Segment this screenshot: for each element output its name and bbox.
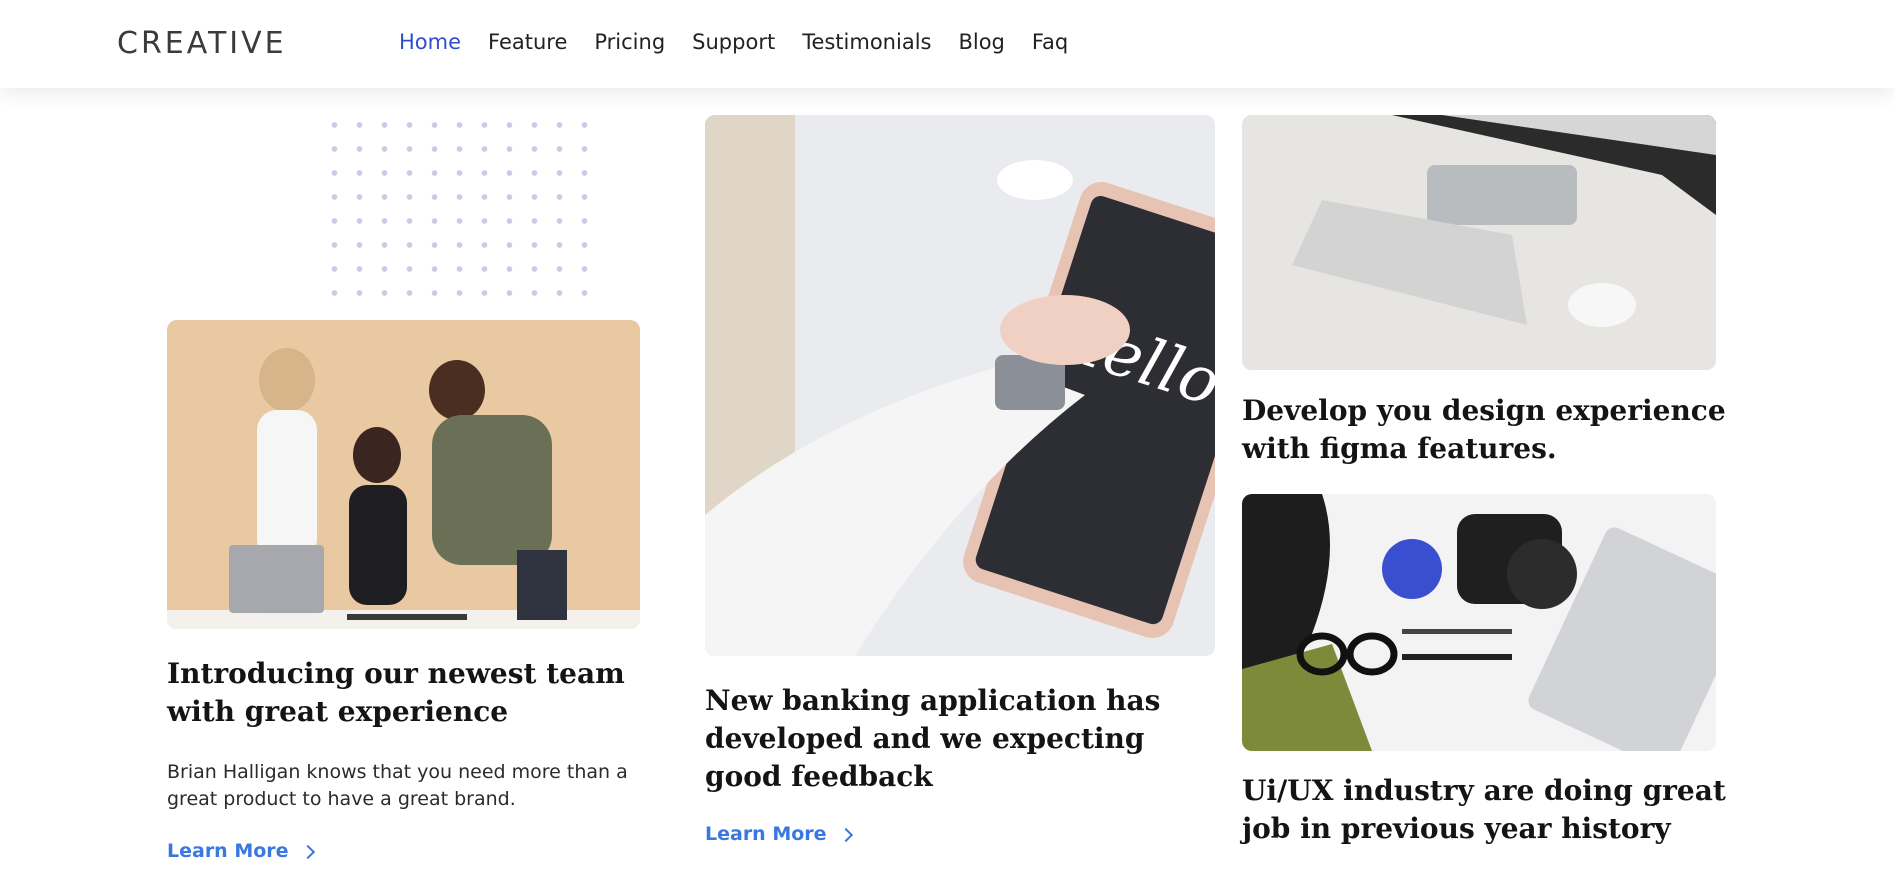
nav-item-feature[interactable]: Feature (488, 30, 567, 54)
card-title-figma[interactable]: Develop you design experience with figma… (1242, 392, 1762, 468)
nav-item-pricing[interactable]: Pricing (594, 30, 665, 54)
card-title-uiux[interactable]: Ui/UX industry are doing great job in pr… (1242, 772, 1762, 848)
card-title-banking[interactable]: New banking application has developed an… (705, 682, 1205, 796)
site-header: CREATIVE Home Feature Pricing Support Te… (0, 0, 1894, 88)
nav-item-home[interactable]: Home (399, 30, 461, 54)
dot-pattern-decoration (322, 113, 588, 313)
nav-item-support[interactable]: Support (692, 30, 775, 54)
learn-more-label: Learn More (167, 840, 289, 862)
imac-keyboard-photo[interactable] (1242, 115, 1716, 370)
learn-more-label: Learn More (705, 823, 827, 845)
learn-more-link-banking[interactable]: Learn More (705, 823, 853, 845)
card-text-team: Brian Halligan knows that you need more … (167, 761, 628, 810)
brand-logo[interactable]: CREATIVE (117, 26, 287, 61)
chevron-right-icon (838, 827, 853, 843)
nav-item-testimonials[interactable]: Testimonials (802, 30, 931, 54)
main-nav: Home Feature Pricing Support Testimonial… (399, 30, 1095, 54)
nav-item-blog[interactable]: Blog (958, 30, 1004, 54)
nav-item-faq[interactable]: Faq (1032, 30, 1068, 54)
tablet-photo[interactable]: hello (705, 115, 1215, 656)
team-photo[interactable] (167, 320, 640, 629)
chevron-right-icon (300, 844, 315, 860)
learn-more-link-team[interactable]: Learn More (167, 840, 315, 862)
flatlay-camera-photo[interactable] (1242, 494, 1716, 751)
card-title-team[interactable]: Introducing our newest team with great e… (167, 655, 657, 731)
